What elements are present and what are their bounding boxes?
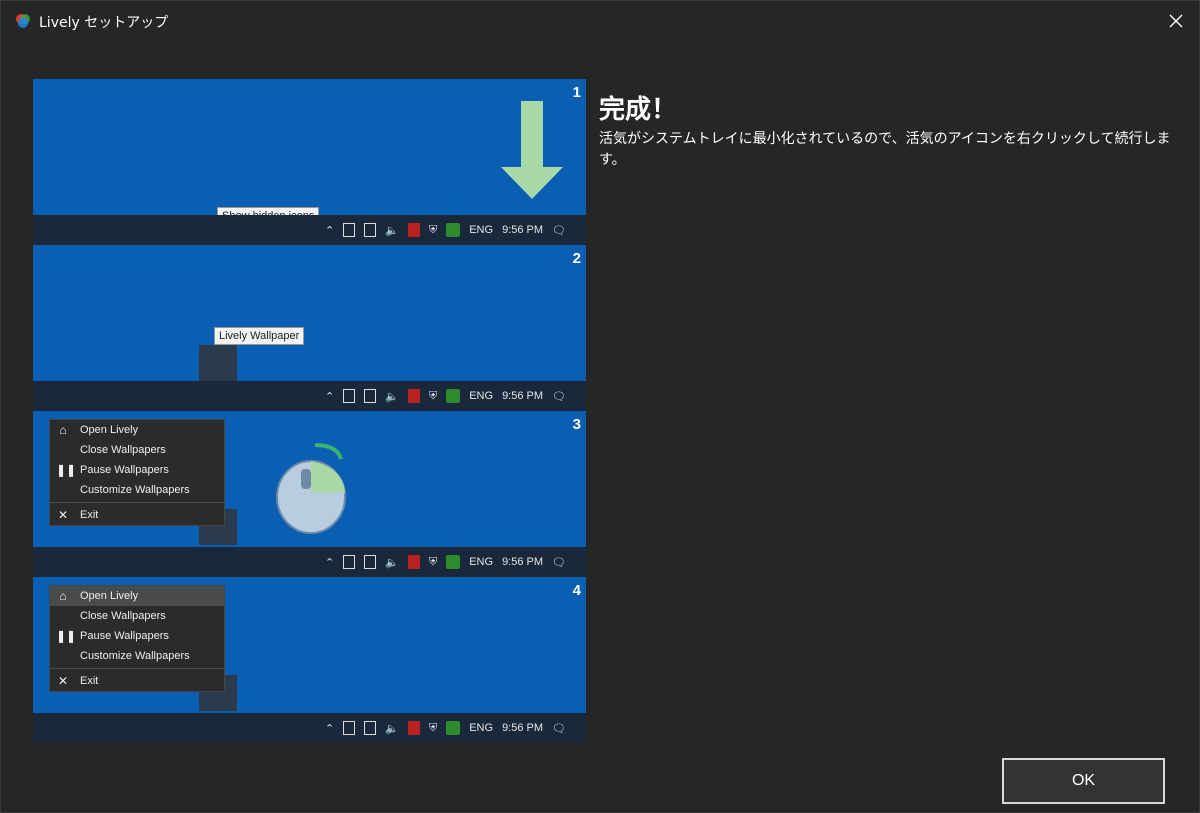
shield-icon: ⛨ xyxy=(428,223,438,236)
step-number: 3 xyxy=(572,416,581,433)
taskbar: ⌃ 🔈 ⛨ ENG 9:56 PM 🗨 xyxy=(33,215,586,245)
monitor-icon xyxy=(364,223,377,237)
instruction-illustration: 1 Show hidden icons ⌃ 🔈 ⛨ ENG 9:56 PM 🗨 xyxy=(33,79,586,743)
tray-icon xyxy=(343,555,356,569)
step-number: 1 xyxy=(572,84,581,101)
monitor-icon xyxy=(364,721,377,735)
menu-item-pause-wallpapers[interactable]: ❚❚ Pause Wallpapers xyxy=(50,626,224,646)
chevron-up-icon: ⌃ xyxy=(325,556,335,569)
menu-item-customize-wallpapers[interactable]: Customize Wallpapers xyxy=(50,480,224,500)
menu-divider xyxy=(50,502,224,503)
close-icon: ✕ xyxy=(57,674,69,688)
taskbar: ⌃ 🔈 ⛨ ENG 9:56 PM 🗨 xyxy=(33,547,586,577)
menu-item-close-wallpapers[interactable]: Close Wallpapers xyxy=(50,606,224,626)
page-title: 完成！ xyxy=(599,95,678,125)
speaker-icon: 🔈 xyxy=(385,390,399,403)
home-icon: ⌂ xyxy=(59,423,67,437)
menu-divider xyxy=(50,668,224,669)
close-icon: ✕ xyxy=(57,508,69,522)
tray-icon xyxy=(446,223,461,237)
step-panel-1: 1 Show hidden icons ⌃ 🔈 ⛨ ENG 9:56 PM 🗨 xyxy=(33,79,586,245)
close-icon xyxy=(1169,14,1183,28)
taskbar-lang: ENG xyxy=(469,224,494,236)
context-menu: ⌂ Open Lively Close Wallpapers ❚❚ Pause Wa… xyxy=(49,419,225,526)
shield-icon: ⛨ xyxy=(428,721,438,734)
step-number: 2 xyxy=(572,250,581,267)
hidden-icons-popup xyxy=(199,345,237,381)
context-menu: ⌂ Open Lively Close Wallpapers ❚❚ Pause Wa… xyxy=(49,585,225,692)
pause-icon: ❚❚ xyxy=(56,629,77,643)
tray-icon xyxy=(407,389,420,403)
taskbar: ⌃ 🔈 ⛨ ENG 9:56 PM 🗨 xyxy=(33,381,586,411)
menu-item-exit[interactable]: ✕ Exit xyxy=(50,671,224,691)
tray-icon xyxy=(343,721,356,735)
close-button[interactable] xyxy=(1153,1,1199,41)
tray-icon xyxy=(446,389,461,403)
taskbar-time: 9:56 PM xyxy=(502,722,544,734)
tray-icon xyxy=(407,555,420,569)
notification-icon: 🗨 xyxy=(552,722,566,735)
tray-icon xyxy=(446,555,461,569)
notification-icon: 🗨 xyxy=(552,224,566,237)
down-arrow-icon xyxy=(501,101,563,199)
ok-button[interactable]: OK xyxy=(1002,758,1165,804)
tooltip-lively-wallpaper: Lively Wallpaper xyxy=(214,327,305,345)
description-text: 活気がシステムトレイに最小化されているので、活気のアイコンを右クリックして続行し… xyxy=(599,131,1171,168)
speaker-icon: 🔈 xyxy=(385,556,399,569)
taskbar-time: 9:56 PM xyxy=(502,390,544,402)
menu-item-pause-wallpapers[interactable]: ❚❚ Pause Wallpapers xyxy=(50,460,224,480)
window-title: Lively セットアップ xyxy=(39,15,169,31)
taskbar-time: 9:56 PM xyxy=(502,556,544,568)
setup-window: Lively セットアップ 1 Show hidden icons ⌃ 🔈 xyxy=(0,0,1200,813)
tray-icon xyxy=(343,223,356,237)
lively-logo-icon xyxy=(16,14,30,28)
title-bar: Lively セットアップ xyxy=(1,1,1199,41)
tray-icon xyxy=(446,721,461,735)
speaker-icon: 🔈 xyxy=(385,224,399,237)
step-panel-3: 3 ⌂ Open Lively Close Wallpapers ❚❚ Pause … xyxy=(33,411,586,577)
chevron-up-icon: ⌃ xyxy=(325,390,335,403)
menu-item-customize-wallpapers[interactable]: Customize Wallpapers xyxy=(50,646,224,666)
pause-icon: ❚❚ xyxy=(56,463,77,477)
menu-item-open-lively[interactable]: ⌂ Open Lively xyxy=(50,420,224,440)
menu-item-open-lively[interactable]: ⌂ Open Lively xyxy=(50,586,224,606)
shield-icon: ⛨ xyxy=(428,389,438,402)
notification-icon: 🗨 xyxy=(552,390,566,403)
taskbar: ⌃ 🔈 ⛨ ENG 9:56 PM 🗨 xyxy=(33,713,586,743)
home-icon: ⌂ xyxy=(59,589,67,603)
notification-icon: 🗨 xyxy=(552,556,566,569)
step-panel-4: 4 ⌂ Open Lively Close Wallpapers ❚❚ Pause … xyxy=(33,577,586,743)
tray-icon xyxy=(343,389,356,403)
speaker-icon: 🔈 xyxy=(385,722,399,735)
taskbar-lang: ENG xyxy=(469,390,494,402)
tray-icon xyxy=(407,721,420,735)
step-panel-2: 2 Lively Wallpaper ⌃ 🔈 ⛨ ENG 9:56 PM 🗨 xyxy=(33,245,586,411)
taskbar-lang: ENG xyxy=(469,722,494,734)
mouse-right-click-icon xyxy=(276,443,346,534)
monitor-icon xyxy=(364,555,377,569)
chevron-up-icon: ⌃ xyxy=(325,722,335,735)
taskbar-lang: ENG xyxy=(469,556,494,568)
shield-icon: ⛨ xyxy=(428,555,438,568)
monitor-icon xyxy=(364,389,377,403)
taskbar-time: 9:56 PM xyxy=(502,224,544,236)
chevron-up-icon: ⌃ xyxy=(325,224,335,237)
menu-item-exit[interactable]: ✕ Exit xyxy=(50,505,224,525)
menu-item-close-wallpapers[interactable]: Close Wallpapers xyxy=(50,440,224,460)
step-number: 4 xyxy=(572,582,581,599)
tray-icon xyxy=(407,223,420,237)
